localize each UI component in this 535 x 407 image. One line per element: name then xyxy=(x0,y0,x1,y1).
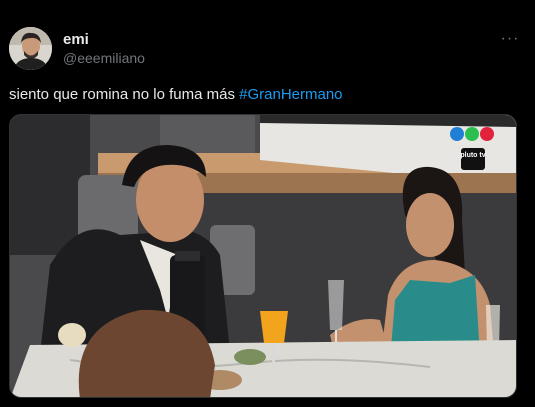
tweet-text-body: siento que romina no lo fuma más xyxy=(9,86,240,103)
pluto-tv-watermark: pluto tv xyxy=(460,152,485,159)
telefe-dots-logo xyxy=(450,127,494,141)
profile-photo-icon xyxy=(9,27,52,70)
tweet-media-image[interactable]: pluto tv xyxy=(9,114,517,398)
tv-scene-image: pluto tv xyxy=(10,115,516,397)
tweet-text: siento que romina no lo fuma más #GranHe… xyxy=(9,86,343,103)
hashtag-link[interactable]: #GranHermano xyxy=(239,86,342,103)
more-options-icon[interactable]: ··· xyxy=(500,29,520,49)
tweet-card[interactable]: emi @eeemiliano ··· siento que romina no… xyxy=(0,0,535,407)
avatar[interactable] xyxy=(9,27,52,70)
author-handle[interactable]: @eeemiliano xyxy=(63,50,145,66)
author-name[interactable]: emi xyxy=(63,31,89,48)
